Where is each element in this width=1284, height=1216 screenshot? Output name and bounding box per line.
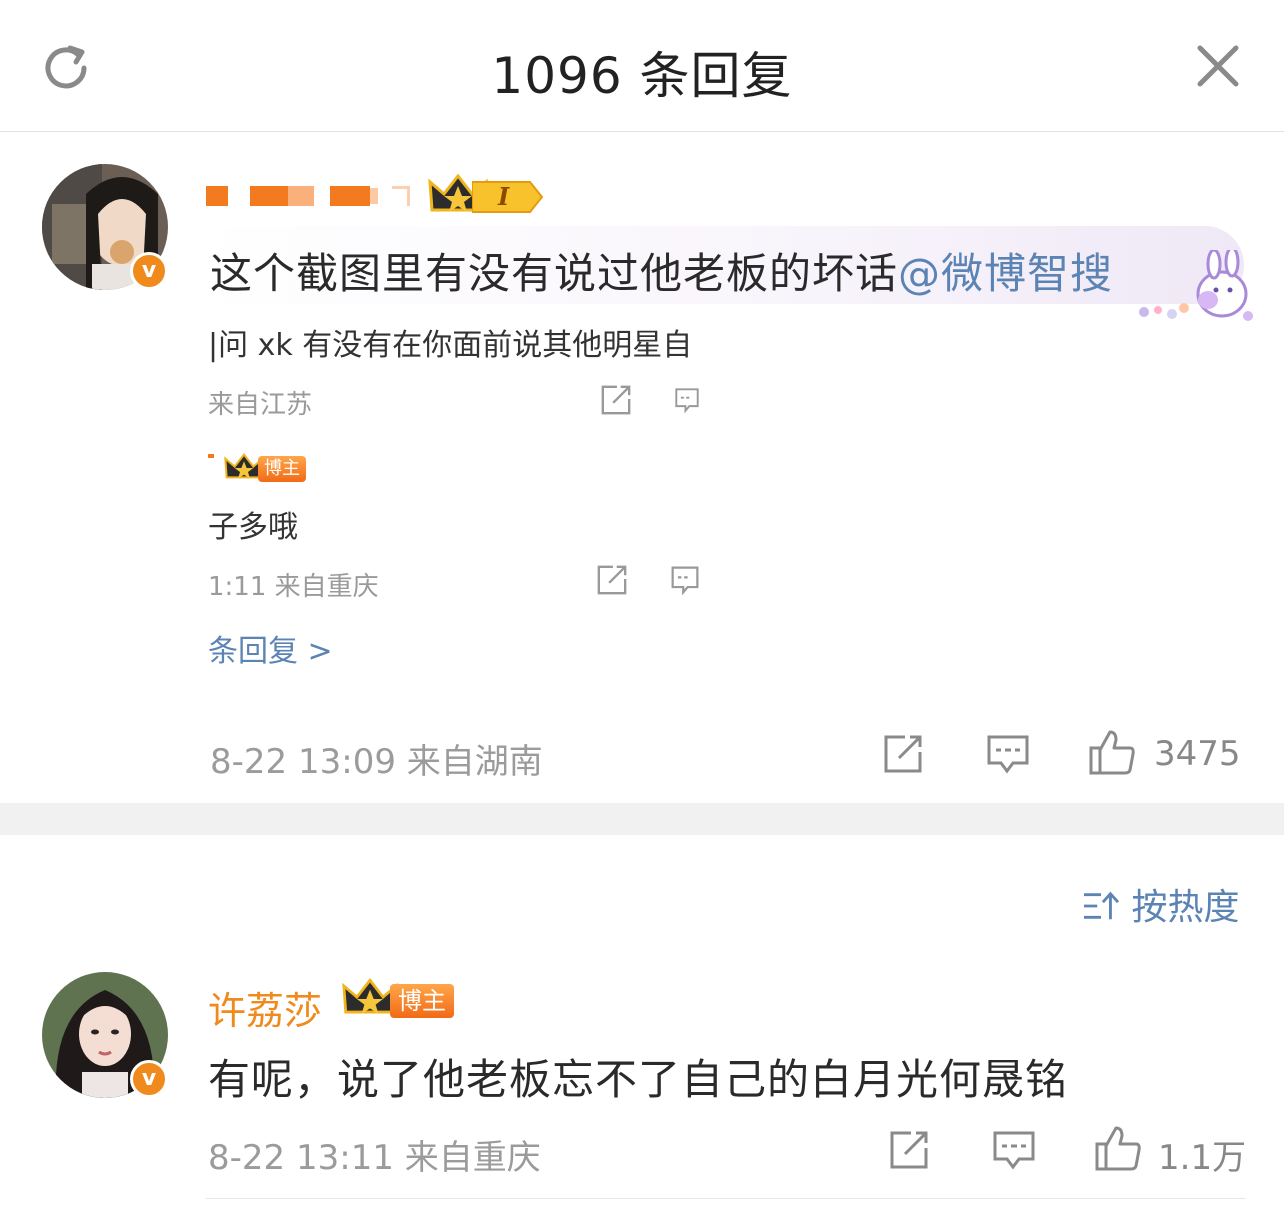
- share-icon: [597, 565, 627, 595]
- sort-label: 按热度: [1131, 887, 1240, 928]
- row-divider: [206, 1198, 1246, 1199]
- like-count: 1.1万: [1158, 1138, 1247, 1178]
- sort-icon: [1084, 891, 1120, 920]
- reply-meta: 8-22 13:11 来自重庆: [208, 1138, 541, 1178]
- redacted-username[interactable]: [206, 186, 416, 208]
- comment-text: 这个截图里有没有说过他老板的坏话@微博智搜: [210, 240, 1113, 301]
- verified-badge-icon: v: [130, 1060, 168, 1098]
- comment-icon: [675, 388, 699, 414]
- share-icon: [601, 385, 631, 415]
- screenshot-line-1: |问 xk 有没有在你面前说其他明星自: [208, 328, 693, 363]
- close-icon[interactable]: [1194, 42, 1242, 90]
- bunny-sticker-icon: [1139, 250, 1253, 321]
- verified-badge-icon: v: [130, 252, 168, 290]
- like-icon[interactable]: [1094, 1124, 1142, 1172]
- mention-link[interactable]: @微博智搜: [898, 249, 1113, 298]
- share-icon[interactable]: [882, 734, 924, 774]
- comment-icon[interactable]: [992, 1130, 1036, 1170]
- blogger-badge: 博主: [258, 456, 306, 482]
- comment-meta: 8-22 13:09 来自湖南: [210, 742, 543, 782]
- header-bar: 1096 条回复: [0, 0, 1284, 132]
- section-divider: [0, 803, 1284, 835]
- screenshot-line-2-meta: 1:11 来自重庆: [208, 572, 379, 602]
- comment-body: 这个截图里有没有说过他老板的坏话: [210, 249, 899, 298]
- like-count: 3475: [1154, 734, 1241, 774]
- comment-icon: [671, 566, 699, 596]
- level-badge-label: I: [498, 182, 510, 211]
- page-title: 1096 条回复: [491, 47, 793, 105]
- screenshot-author-fragment: [208, 454, 214, 458]
- reply-author-name[interactable]: 许荔莎: [208, 980, 322, 1035]
- sort-by-hot-button[interactable]: 按热度: [1082, 878, 1239, 930]
- screenshot-line-2: 子多哦: [208, 510, 298, 545]
- level-badge: I: [471, 180, 544, 214]
- screenshot-line-1-meta: 来自江苏: [208, 390, 313, 420]
- like-icon[interactable]: [1088, 728, 1136, 776]
- share-icon[interactable]: [888, 1130, 930, 1170]
- comment-icon[interactable]: [986, 734, 1030, 774]
- screenshot-more-replies: 条回复 >: [208, 634, 333, 669]
- blogger-badge: 博主: [390, 984, 454, 1018]
- reply-text: 有呢，说了他老板忘不了自己的白月光何晟铭: [208, 1055, 1069, 1104]
